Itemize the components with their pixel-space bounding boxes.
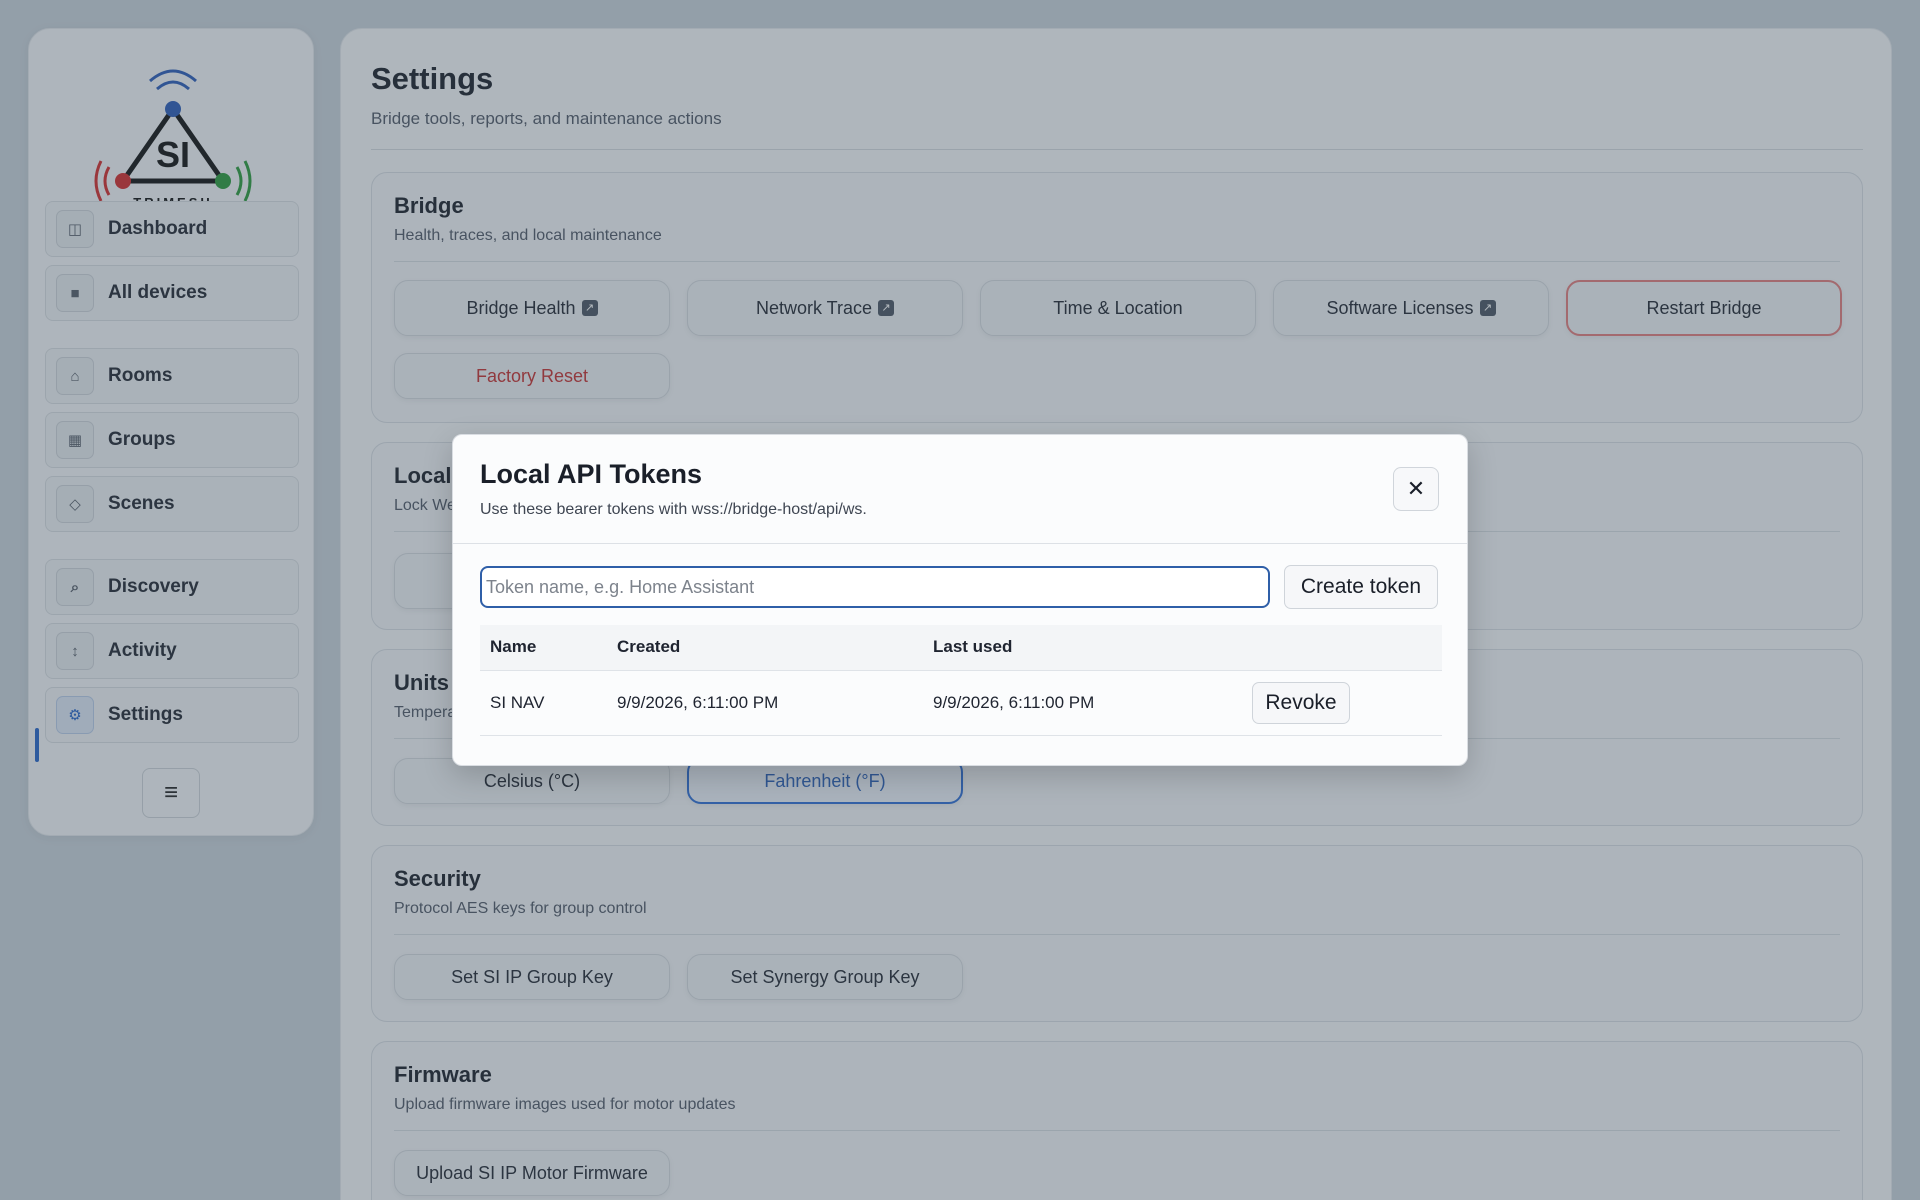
close-button[interactable]: ✕ <box>1393 467 1439 511</box>
column-header-actions <box>1242 625 1442 671</box>
table-header-row: Name Created Last used <box>480 625 1442 671</box>
divider <box>453 543 1467 544</box>
create-token-button[interactable]: Create token <box>1284 565 1438 609</box>
token-name-cell: SI NAV <box>480 670 607 736</box>
dialog-title: Local API Tokens <box>480 459 703 489</box>
column-header-name: Name <box>480 625 607 671</box>
tokens-table: Name Created Last used SI NAV 9/9/2026, … <box>480 625 1442 736</box>
revoke-button[interactable]: Revoke <box>1252 681 1350 724</box>
close-icon: ✕ <box>1406 476 1426 501</box>
token-last-used-cell: 9/9/2026, 6:11:00 PM <box>923 670 1242 736</box>
column-header-last-used: Last used <box>923 625 1242 671</box>
api-tokens-dialog: Local API Tokens Use these bearer tokens… <box>452 434 1468 766</box>
token-actions-cell: Revoke <box>1242 670 1442 736</box>
dialog-subtitle: Use these bearer tokens with wss://bridg… <box>480 501 867 518</box>
token-name-input[interactable] <box>480 566 1270 608</box>
token-created-cell: 9/9/2026, 6:11:00 PM <box>607 670 923 736</box>
table-row: SI NAV 9/9/2026, 6:11:00 PM 9/9/2026, 6:… <box>480 670 1442 736</box>
column-header-created: Created <box>607 625 923 671</box>
